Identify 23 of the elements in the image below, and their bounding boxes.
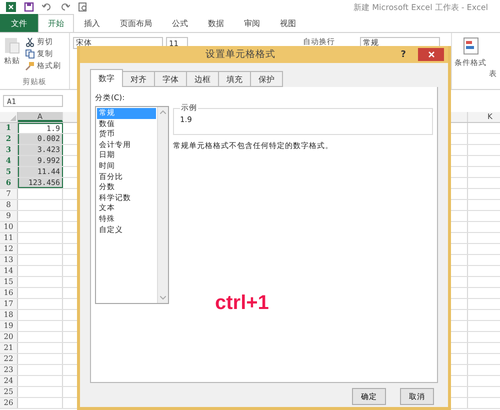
print-preview-icon[interactable]	[78, 2, 88, 12]
dialog-tab[interactable]: 填充	[218, 71, 251, 87]
excel-logo-icon[interactable]	[6, 2, 16, 12]
dialog-title: 设置单元格格式	[204, 48, 276, 61]
dialog-tab[interactable]: 对齐	[122, 71, 155, 87]
save-icon[interactable]	[24, 2, 34, 12]
dialog-tab[interactable]: 数字	[90, 69, 123, 87]
close-icon[interactable]	[428, 51, 434, 58]
file-tab[interactable]: 文件	[0, 14, 38, 32]
dialog-tab[interactable]: 边框	[186, 71, 219, 87]
scissors-icon[interactable]	[25, 37, 35, 47]
conditional-format-icon[interactable]	[462, 37, 478, 55]
ribbon-tab[interactable]: 开始	[38, 14, 74, 32]
undo-icon[interactable]	[42, 2, 52, 12]
dialog-tab[interactable]: 保护	[250, 71, 283, 87]
shortcut-annotation: ctrl+1	[215, 292, 269, 315]
copy-icon[interactable]	[25, 49, 35, 59]
dialog-tab[interactable]: 字体	[154, 71, 187, 87]
close-button[interactable]	[418, 48, 444, 61]
redo-icon[interactable]	[60, 2, 70, 12]
help-button[interactable]: ?	[400, 50, 406, 60]
window-title: 新建 Microsoft Excel 工作表 - Excel	[354, 2, 488, 12]
brush-icon[interactable]	[25, 61, 35, 71]
